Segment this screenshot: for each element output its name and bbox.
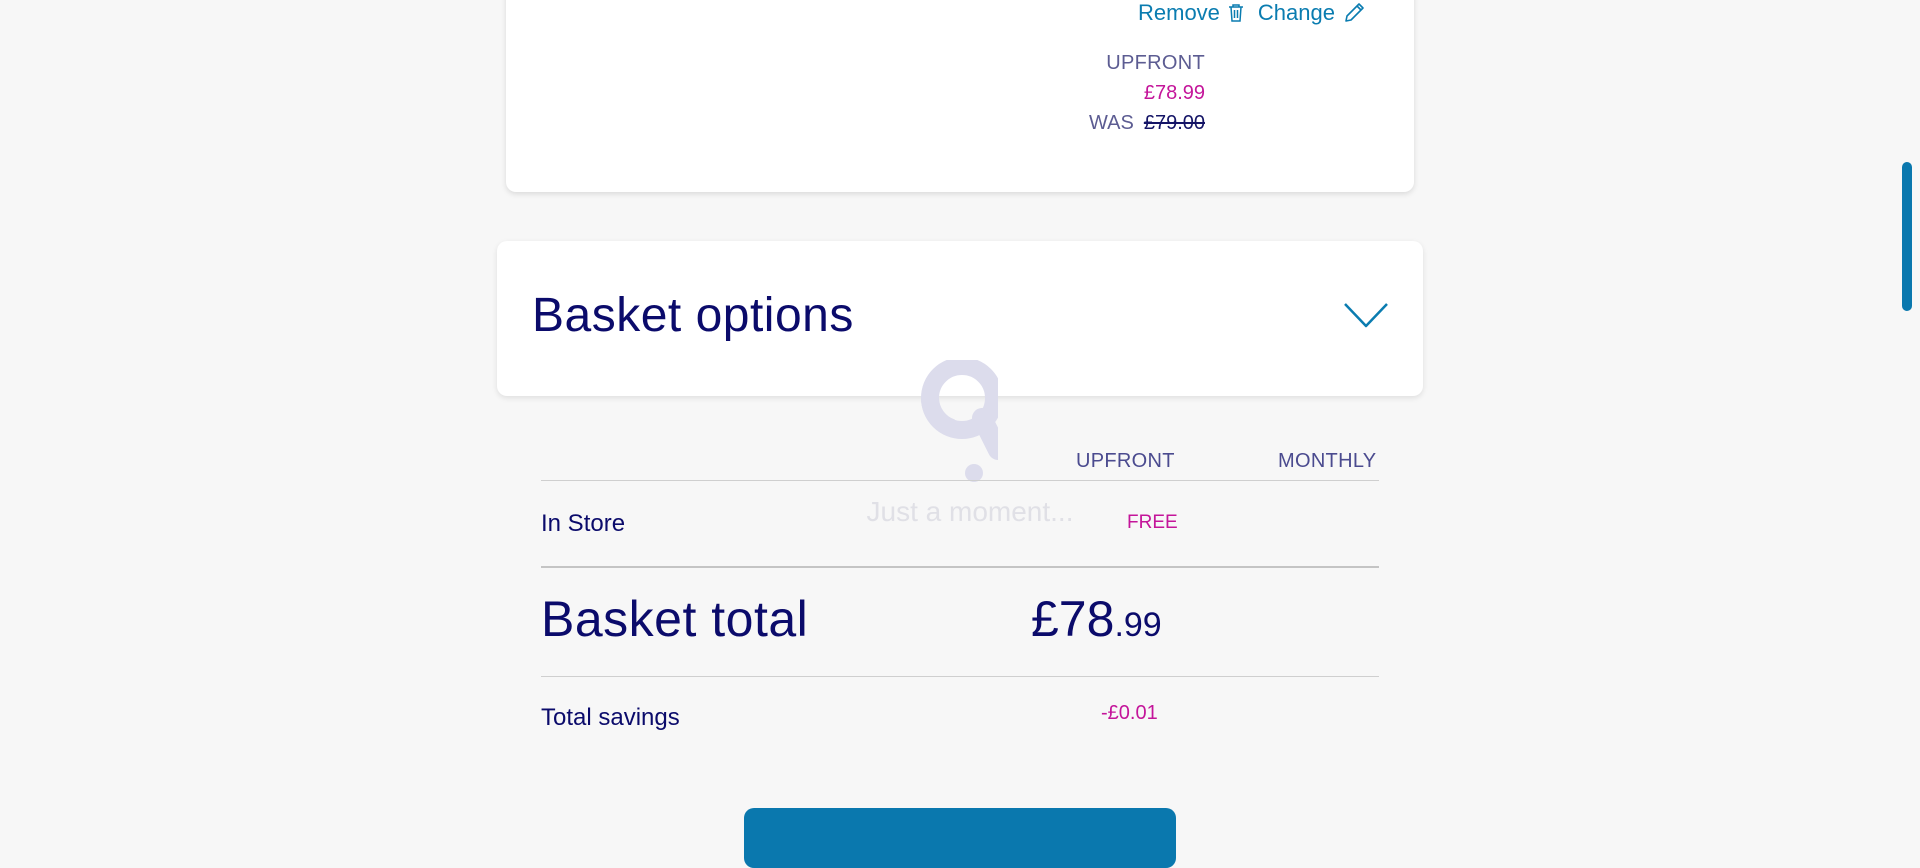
total-savings-label: Total savings — [541, 704, 680, 731]
basket-options-title: Basket options — [532, 289, 854, 342]
total-savings-value: -£0.01 — [1101, 702, 1158, 724]
checkout-button[interactable] — [744, 808, 1176, 868]
pencil-icon — [1343, 2, 1367, 24]
divider — [541, 480, 1379, 481]
delivery-upfront-price: FREE — [1127, 512, 1178, 533]
upfront-label: UPFRONT — [1106, 52, 1205, 74]
delivery-method-label: In Store — [541, 510, 626, 537]
remove-label: Remove — [1138, 0, 1220, 25]
monthly-column-header: MONTHLY — [1278, 450, 1377, 472]
change-button[interactable]: Change — [1258, 0, 1367, 26]
basket-options-accordion[interactable]: Basket options — [497, 241, 1423, 396]
was-price: £79.00 — [1143, 112, 1205, 134]
basket-total-pence: .99 — [1114, 606, 1162, 644]
item-price: £78.99 — [1143, 82, 1205, 104]
item-price-block: UPFRONT £78.99 WAS £79.00 — [1089, 48, 1205, 138]
remove-button[interactable]: Remove — [1138, 0, 1244, 26]
trash-icon — [1228, 3, 1244, 23]
was-label: WAS — [1089, 112, 1134, 134]
divider — [541, 566, 1379, 568]
basket-total-label: Basket total — [541, 591, 809, 647]
change-label: Change — [1257, 0, 1335, 25]
chevron-down-icon[interactable] — [1343, 301, 1389, 334]
upfront-column-header: UPFRONT — [1076, 450, 1175, 472]
basket-total-pounds: £78 — [1031, 591, 1115, 647]
loader-text: Just a moment... — [866, 496, 1074, 527]
basket-total-value: £78.99 — [1031, 590, 1162, 648]
was-price-row: WAS £79.00 — [1089, 108, 1205, 138]
divider — [541, 676, 1379, 677]
basket-item-card — [506, 0, 1414, 192]
item-actions: Remove Change — [1138, 0, 1367, 26]
scrollbar-thumb[interactable] — [1902, 162, 1912, 311]
